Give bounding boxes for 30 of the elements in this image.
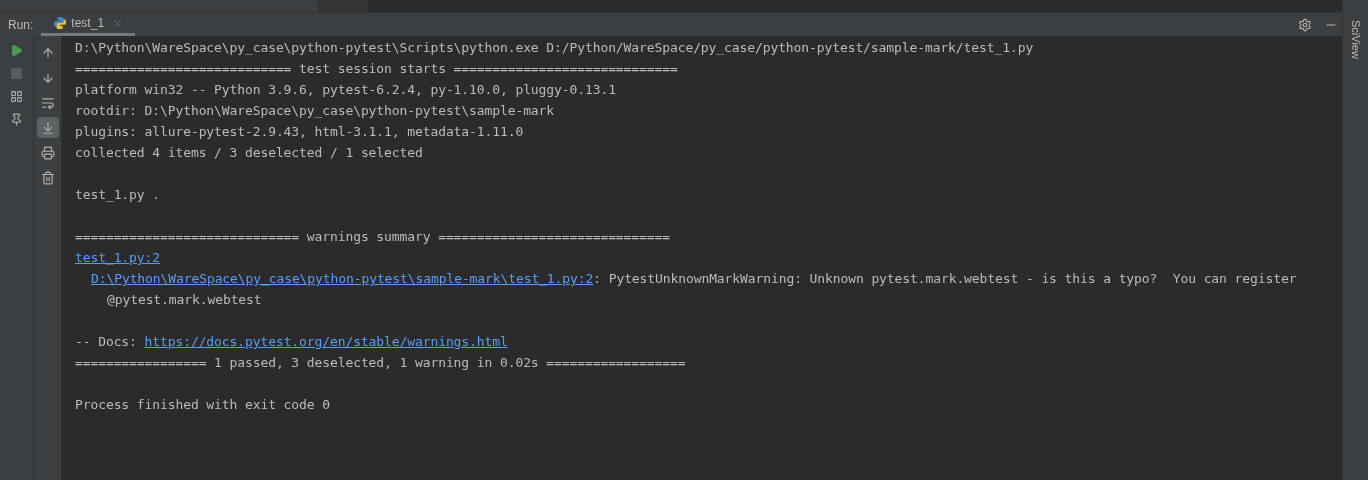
run-label: Run: xyxy=(7,16,35,34)
console-text: plugins: allure-pytest-2.9.43, html-3.1.1, metadata-1.11.0 xyxy=(75,123,524,141)
layout-icon[interactable] xyxy=(10,90,23,103)
console-text: @pytest.mark.webtest xyxy=(107,291,262,309)
close-icon[interactable] xyxy=(112,17,124,29)
console-link[interactable]: https://docs.pytest.org/en/stable/warnings.html xyxy=(144,331,508,352)
print-icon xyxy=(40,145,55,160)
console-text: Process finished with exit code 0 xyxy=(75,396,330,414)
python-icon xyxy=(53,16,68,30)
settings-icon[interactable] xyxy=(1298,17,1312,32)
console-link[interactable]: test_1.py:2 xyxy=(75,247,160,268)
trash-icon xyxy=(40,170,55,185)
pin-icon[interactable] xyxy=(10,113,23,126)
console-text: platform win32 -- Python 3.9.6, pytest-6.2.4, py-1.10.0, pluggy-0.13.1 xyxy=(75,81,616,99)
wrap-icon xyxy=(40,95,55,110)
scroll-to-end-icon xyxy=(40,120,55,135)
scroll-to-end-button[interactable] xyxy=(36,117,59,138)
console-text: ================= 1 passed, 3 deselected, 1 warning in 0.02s ================== xyxy=(75,354,686,372)
console-text: D:\Python\WareSpace\py_case\python-pytest\Scripts\python.exe D:/Python/WareSpace/py_case/python-pytest/sample-mark/test_1.py xyxy=(75,39,1034,57)
console-text: rootdir: D:\Python\WareSpace\py_case\python-pytest\sample-mark xyxy=(75,102,555,120)
console-text: test_1.py . xyxy=(75,186,160,204)
console-link[interactable]: D:\Python\WareSpace\py_case\python-pytest\sample-mark\test_1.py:2 xyxy=(91,268,594,289)
sciview-tab[interactable]: SciView xyxy=(1347,20,1364,59)
play-icon[interactable] xyxy=(10,44,23,57)
console-text: -- Docs: xyxy=(75,333,138,351)
console-text: ============================= warnings summary ============================== xyxy=(75,228,670,246)
console-text: ============================ test session starts ============================= xyxy=(75,60,678,78)
console-text: : PytestUnknownMarkWarning: Unknown pytest.mark.webtest - is this a typo? You can register xyxy=(593,270,1297,288)
down-arrow-icon xyxy=(40,70,55,85)
console-text: collected 4 items / 3 deselected / 1 selected xyxy=(75,144,423,162)
